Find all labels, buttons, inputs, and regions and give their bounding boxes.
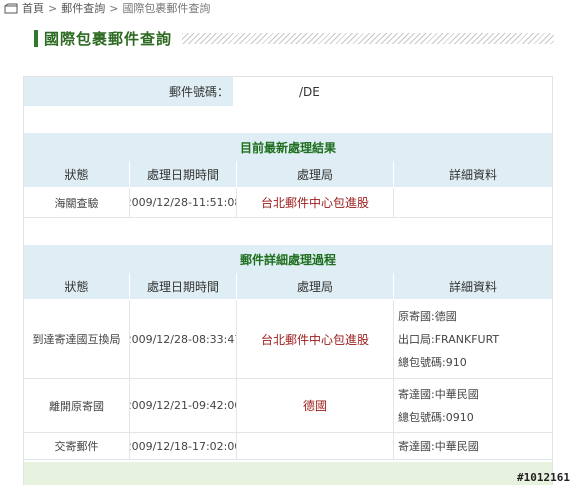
detail-line: 原寄國:德國 xyxy=(398,310,457,323)
latest-table-header: 狀態 處理日期時間 處理局 詳細資料 xyxy=(24,161,552,188)
row-status: 海關查驗 xyxy=(24,188,130,217)
row-datetime: 2009/12/18-17:02:00 xyxy=(130,433,237,459)
latest-result-section-title: 目前最新處理結果 xyxy=(24,133,552,161)
row-office: 德國 xyxy=(237,379,394,432)
header-status: 狀態 xyxy=(24,161,130,187)
row-datetime: 2009/12/21-09:42:00 xyxy=(130,379,237,432)
breadcrumb-mail-query-link[interactable]: 郵件查詢 xyxy=(61,0,105,16)
row-status: 交寄郵件 xyxy=(24,433,130,459)
page-title: 國際包裹郵件查詢 xyxy=(44,29,173,48)
header-datetime: 處理日期時間 xyxy=(130,161,237,187)
table-row: 交寄郵件 2009/12/18-17:02:00 寄達國:中華民國 xyxy=(24,433,552,460)
history-section-title: 郵件詳細處理過程 xyxy=(24,245,552,273)
header-datetime: 處理日期時間 xyxy=(130,273,237,299)
header-detail: 詳細資料 xyxy=(448,167,497,182)
table-row: 離開原寄國 2009/12/21-09:42:00 德國 寄達國:中華民國 總包… xyxy=(24,379,552,433)
title-marker xyxy=(34,29,38,47)
detail-line: 寄達國:中華民國 xyxy=(398,440,479,453)
breadcrumb-separator: > xyxy=(109,1,119,15)
row-status: 離開原寄國 xyxy=(24,379,130,432)
home-icon[interactable] xyxy=(4,2,18,14)
row-office xyxy=(237,433,394,459)
table-row: 海關查驗 2009/12/28-11:51:08 台北郵件中心包進股 xyxy=(24,188,552,218)
row-datetime: 2009/12/28-11:51:08 xyxy=(130,188,237,217)
detail-line: 出口局:FRANKFURT xyxy=(398,333,500,346)
history-table-header: 狀態 處理日期時間 處理局 詳細資料 xyxy=(24,273,552,300)
row-datetime: 2009/12/28-08:33:47 xyxy=(130,300,237,378)
tracking-number-label: 郵件號碼： xyxy=(24,77,233,106)
row-detail: 寄達國:中華民國 總包號碼:0910 xyxy=(394,379,552,432)
detail-line: 總包號碼:0910 xyxy=(398,411,474,424)
row-status: 到達寄達國互換局 xyxy=(24,300,130,378)
title-divider xyxy=(182,32,554,44)
breadcrumb-current: 國際包裹郵件查詢 xyxy=(122,2,211,15)
table-row: 到達寄達國互換局 2009/12/28-08:33:47 台北郵件中心包進股 原… xyxy=(24,300,552,379)
row-detail xyxy=(394,188,552,217)
footer-bar xyxy=(24,462,552,485)
latest-result-title: 目前最新處理結果 xyxy=(239,140,336,155)
image-id-stamp: #1012161 xyxy=(517,471,570,484)
page-title-bar: 國際包裹郵件查詢 xyxy=(34,28,554,48)
header-office: 處理局 xyxy=(237,273,394,299)
history-title: 郵件詳細處理過程 xyxy=(239,252,336,267)
row-detail: 寄達國:中華民國 xyxy=(394,433,552,459)
detail-line: 總包號碼:910 xyxy=(398,356,467,369)
row-office: 台北郵件中心包進股 xyxy=(237,300,394,378)
row-office: 台北郵件中心包進股 xyxy=(237,188,394,217)
tracking-number-row: 郵件號碼： /DE xyxy=(24,77,552,106)
header-detail: 詳細資料 xyxy=(448,279,497,294)
row-detail: 原寄國:德國 出口局:FRANKFURT 總包號碼:910 xyxy=(394,300,552,378)
breadcrumb: 首頁 > 郵件查詢 > 國際包裹郵件查詢 xyxy=(4,0,210,16)
tracking-number-value: /DE xyxy=(233,77,552,106)
header-office: 處理局 xyxy=(237,161,394,187)
header-status: 狀態 xyxy=(24,273,130,299)
detail-line: 寄達國:中華民國 xyxy=(398,388,479,401)
breadcrumb-separator: > xyxy=(48,1,58,15)
breadcrumb-home-link[interactable]: 首頁 xyxy=(22,0,44,16)
